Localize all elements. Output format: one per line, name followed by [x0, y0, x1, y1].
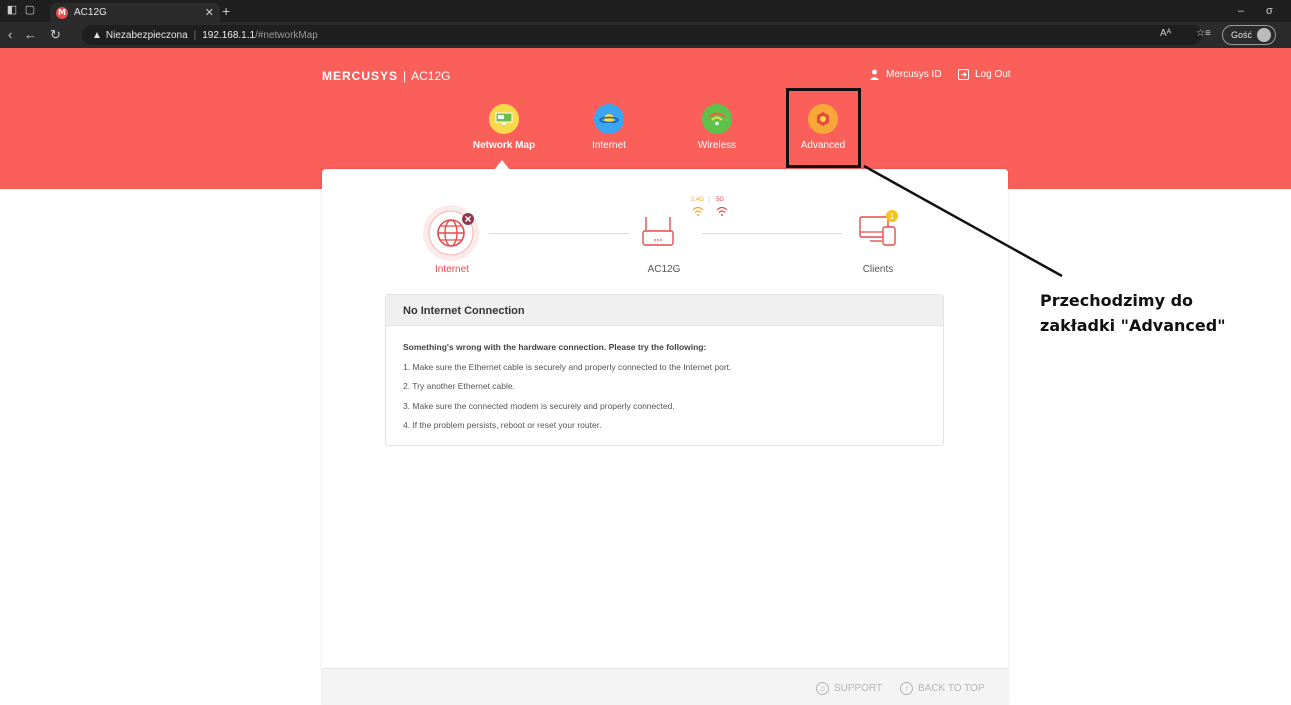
mercusys-id-link[interactable]: Mercusys ID [869, 69, 942, 80]
chevron-left-icon[interactable]: ‹ [8, 27, 12, 42]
user-icon [870, 69, 879, 80]
tab-title: AC12G [74, 7, 107, 18]
internet-planet-icon [594, 104, 624, 134]
read-aloud-icon[interactable]: Aᴬ [1160, 28, 1171, 39]
clients-count-badge: 1 [890, 212, 895, 221]
status-step: 1. Make sure the Ethernet cable is secur… [403, 361, 732, 372]
favorites-icon[interactable]: ☆≡ [1196, 28, 1211, 39]
internet-globe-icon[interactable] [422, 202, 482, 262]
band-separator: | [708, 195, 711, 204]
model-name: AC12G [411, 69, 451, 83]
internet-node-label: Internet [435, 264, 469, 275]
clients-node-label: Clients [862, 264, 894, 275]
clients-icon[interactable]: 1 [856, 209, 900, 251]
support-link[interactable]: ♫ SUPPORT [816, 682, 882, 695]
router-icon[interactable] [641, 215, 675, 251]
status-step: 3. Make sure the connected modem is secu… [403, 400, 675, 411]
browser-tab-strip: ◧ ▢ M AC12G ✕ + – σ [0, 0, 1291, 22]
browser-tab[interactable]: M AC12G ✕ [50, 3, 220, 22]
band-24-label: 2.4G [691, 197, 705, 203]
nav-label-network-map: Network Map [472, 140, 536, 151]
arrow-up-icon: ↑ [900, 682, 913, 695]
url-field[interactable]: ▲ Niezabezpieczona | 192.168.1.1/#networ… [82, 25, 1202, 45]
insecure-label: Niezabezpieczona [105, 29, 188, 41]
new-tab-icon[interactable]: + [222, 3, 230, 19]
link-router-clients [702, 233, 842, 234]
mercusys-id-label: Mercusys ID [886, 69, 942, 80]
logout-icon [958, 69, 969, 80]
network-map-card: Internet 2.4G | 5G AC12G 1 Clients No In… [322, 169, 1008, 705]
page-footer: ♫ SUPPORT ↑ BACK TO TOP [322, 668, 1008, 705]
nav-wireless[interactable]: Wireless [672, 104, 762, 151]
instruction-annotation: Przechodzimy do zakładki "Advanced" [1040, 288, 1226, 338]
screenshot-root: ◧ ▢ M AC12G ✕ + – σ ‹ ← ↻ ▲ Niezabezpiec… [0, 0, 1291, 705]
nav-label-internet: Internet [592, 140, 626, 151]
restore-icon[interactable]: σ [1266, 5, 1273, 17]
warning-icon: ▲ [92, 29, 102, 41]
brand-name: MERCUSYS [322, 69, 399, 83]
close-tab-icon[interactable]: ✕ [205, 6, 214, 19]
wifi-bands-icon [692, 206, 728, 216]
avatar-icon [1257, 28, 1272, 42]
logo-separator: | [403, 69, 407, 83]
status-step: 4. If the problem persists, reboot or re… [403, 420, 602, 430]
status-panel-body: Something's wrong with the hardware conn… [386, 326, 943, 436]
guest-profile-button[interactable]: Gość [1222, 25, 1277, 45]
url-separator: | [193, 29, 197, 41]
nav-network-map[interactable]: Network Map [459, 104, 549, 151]
status-step: 2. Try another Ethernet cable. [403, 381, 515, 391]
brand-logo: MERCUSYS | AC12G [322, 69, 451, 83]
url-host: 192.168.1.1 [202, 29, 256, 41]
status-panel-title: No Internet Connection [386, 295, 943, 326]
network-map-icon [489, 104, 519, 134]
nav-internet[interactable]: Internet [564, 104, 654, 151]
status-intro: Something's wrong with the hardware conn… [403, 342, 707, 352]
sidebar-toggle-icon[interactable]: ◧ [6, 4, 18, 16]
band-5-label: 5G [716, 197, 725, 203]
logout-label: Log Out [975, 69, 1011, 80]
annotation-line-1: Przechodzimy do [1040, 291, 1194, 310]
headset-icon: ♫ [816, 682, 829, 695]
support-label: SUPPORT [834, 683, 883, 694]
guest-label: Gość [1231, 30, 1253, 40]
annotation-line-2: zakładki "Advanced" [1040, 316, 1226, 335]
url-path: /#networkMap [255, 29, 318, 41]
back-to-top-label: BACK TO TOP [918, 683, 985, 694]
logout-link[interactable]: Log Out [958, 69, 1011, 80]
back-to-top-link[interactable]: ↑ BACK TO TOP [900, 682, 985, 695]
router-header: MERCUSYS | AC12G Mercusys ID Log Out Net… [0, 48, 1291, 189]
mercusys-favicon-icon: M [56, 6, 68, 19]
minimize-icon[interactable]: – [1238, 5, 1244, 17]
browser-address-bar: ‹ ← ↻ ▲ Niezabezpieczona | 192.168.1.1/#… [0, 22, 1291, 48]
tab-actions-icon[interactable]: ▢ [24, 4, 36, 16]
connection-status-panel: No Internet Connection Something's wrong… [385, 294, 944, 446]
link-internet-router [489, 233, 629, 234]
wifi-icon [702, 104, 732, 134]
back-arrow-icon[interactable]: ← [24, 27, 37, 42]
nav-label-wireless: Wireless [697, 140, 737, 151]
advanced-highlight-box [786, 88, 861, 168]
router-node-label: AC12G [647, 264, 681, 275]
reload-icon[interactable]: ↻ [50, 27, 61, 43]
